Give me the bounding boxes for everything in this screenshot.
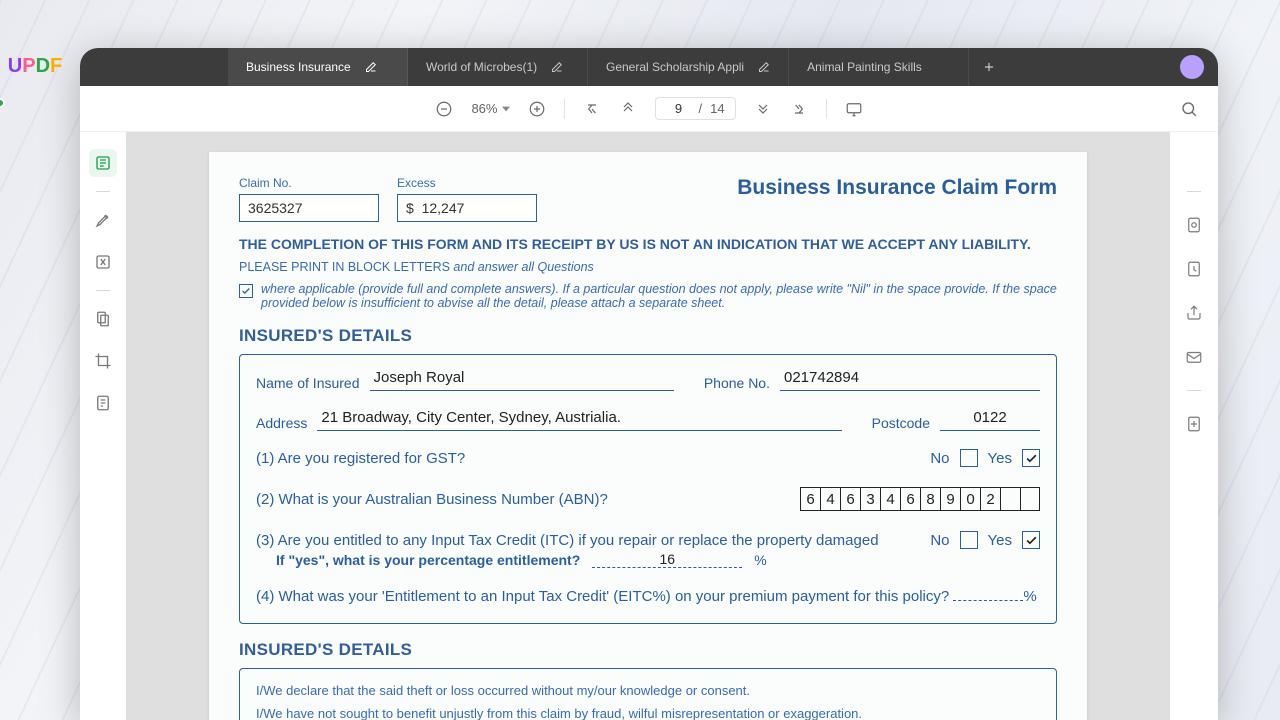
app-window: Business Insurance World of Microbes(1) … xyxy=(80,48,1218,720)
yes-label: Yes xyxy=(988,450,1012,467)
status-dot xyxy=(0,98,5,108)
convert-icon[interactable] xyxy=(1183,258,1205,280)
page-current-input[interactable] xyxy=(666,101,690,116)
titlebar: Business Insurance World of Microbes(1) … xyxy=(80,48,1218,86)
excess-input[interactable] xyxy=(397,194,537,222)
last-page-button[interactable] xyxy=(790,100,808,118)
presentation-button[interactable] xyxy=(845,100,863,118)
instructions: PLEASE PRINT IN BLOCK LETTERS and answer… xyxy=(239,260,1057,274)
claim-no-label: Claim No. xyxy=(239,176,379,190)
tab-world-of-microbes[interactable]: World of Microbes(1) xyxy=(408,48,588,86)
tab-label: World of Microbes(1) xyxy=(426,60,537,74)
zoom-value: 86% xyxy=(471,101,497,116)
crop-icon[interactable] xyxy=(89,347,117,375)
view-toolbar: 86% / 14 xyxy=(80,86,1218,132)
postcode-value[interactable]: 0122 xyxy=(940,409,1040,431)
save-icon[interactable] xyxy=(1183,214,1205,236)
declaration-box: I/We declare that the said theft or loss… xyxy=(239,668,1057,720)
q1-no-checkbox[interactable] xyxy=(960,449,978,467)
yes-label: Yes xyxy=(988,532,1012,549)
excess-label: Excess xyxy=(397,176,537,190)
edit-icon[interactable] xyxy=(365,61,377,73)
document-tabs: Business Insurance World of Microbes(1) … xyxy=(228,48,1180,86)
liability-notice: THE COMPLETION OF THIS FORM AND ITS RECE… xyxy=(239,236,1057,252)
q3-text: (3) Are you entitled to any Input Tax Cr… xyxy=(256,532,879,549)
address-value[interactable]: 21 Broadway, City Center, Sydney, Austri… xyxy=(317,409,841,431)
tab-label: Animal Painting Skills xyxy=(807,60,922,74)
name-label: Name of Insured xyxy=(256,375,360,391)
next-page-button[interactable] xyxy=(754,100,772,118)
tab-animal-painting[interactable]: Animal Painting Skills xyxy=(789,48,969,86)
address-label: Address xyxy=(256,415,307,431)
postcode-label: Postcode xyxy=(872,415,930,431)
search-icon[interactable] xyxy=(1180,100,1198,118)
declaration-2: I/We have not sought to benefit unjustly… xyxy=(256,706,1040,720)
q3-sub: If "yes", what is your percentage entitl… xyxy=(276,552,580,568)
phone-label: Phone No. xyxy=(704,375,770,391)
page-total: 14 xyxy=(710,101,724,116)
q1-yes-checkbox[interactable] xyxy=(1022,449,1040,467)
instructions-checkbox[interactable] xyxy=(239,284,253,298)
pdf-page: Claim No. Excess Business Insurance Clai… xyxy=(209,152,1087,720)
zoom-in-button[interactable] xyxy=(528,100,546,118)
q2-text: (2) What is your Australian Business Num… xyxy=(256,491,608,508)
highlight-icon[interactable] xyxy=(89,206,117,234)
q3-yes-checkbox[interactable] xyxy=(1022,531,1040,549)
no-label: No xyxy=(930,450,949,467)
share-icon[interactable] xyxy=(1183,302,1205,324)
phone-value[interactable]: 021742894 xyxy=(780,369,1040,391)
right-toolbar xyxy=(1170,133,1218,720)
reader-mode-icon[interactable] xyxy=(89,149,117,177)
section-insured-details-2: INSURED'S DETAILS xyxy=(239,640,1057,660)
section-insured-details: INSURED'S DETAILS xyxy=(239,326,1057,346)
zoom-dropdown[interactable]: 86% xyxy=(471,101,510,116)
tab-label: General Scholarship Appli xyxy=(606,60,744,74)
prev-page-button[interactable] xyxy=(619,100,637,118)
top-fields: Claim No. Excess xyxy=(239,176,537,222)
new-tab-button[interactable] xyxy=(969,48,1009,86)
zoom-out-button[interactable] xyxy=(435,100,453,118)
name-value[interactable]: Joseph Royal xyxy=(370,369,674,391)
edit-text-icon[interactable] xyxy=(89,248,117,276)
tab-business-insurance[interactable]: Business Insurance xyxy=(228,48,408,86)
edit-icon[interactable] xyxy=(551,61,563,73)
form-title: Business Insurance Claim Form xyxy=(737,176,1057,200)
user-avatar[interactable] xyxy=(1180,55,1204,79)
claim-no-input[interactable] xyxy=(239,194,379,222)
q3-pct-value[interactable]: 16 xyxy=(592,551,742,568)
q3-no-checkbox[interactable] xyxy=(960,531,978,549)
tab-label: Business Insurance xyxy=(246,60,351,74)
q4-blank[interactable] xyxy=(953,600,1023,601)
edit-icon[interactable] xyxy=(758,61,770,73)
abn-cells[interactable]: 6463468902 xyxy=(800,487,1040,511)
document-canvas[interactable]: Claim No. Excess Business Insurance Clai… xyxy=(126,132,1170,720)
pct-symbol: % xyxy=(754,552,766,568)
first-page-button[interactable] xyxy=(583,100,601,118)
organize-icon[interactable] xyxy=(89,305,117,333)
left-toolbar xyxy=(80,133,126,720)
q4-row: (4) What was your 'Entitlement to an Inp… xyxy=(256,588,1040,605)
mail-icon[interactable] xyxy=(1183,346,1205,368)
tab-general-scholarship[interactable]: General Scholarship Appli xyxy=(588,48,789,86)
declaration-1: I/We declare that the said theft or loss… xyxy=(256,683,1040,698)
no-label: No xyxy=(930,532,949,549)
insured-details-box: Name of Insured Joseph Royal Phone No. 0… xyxy=(239,354,1057,624)
app-logo: UPDF xyxy=(0,55,72,78)
instructions-text: where applicable (provide full and compl… xyxy=(261,282,1057,310)
q1-text: (1) Are you registered for GST? xyxy=(256,450,465,467)
form-icon[interactable] xyxy=(89,389,117,417)
page-indicator[interactable]: / 14 xyxy=(655,97,735,120)
page-sep: / xyxy=(698,101,702,116)
print-icon[interactable] xyxy=(1183,413,1205,435)
